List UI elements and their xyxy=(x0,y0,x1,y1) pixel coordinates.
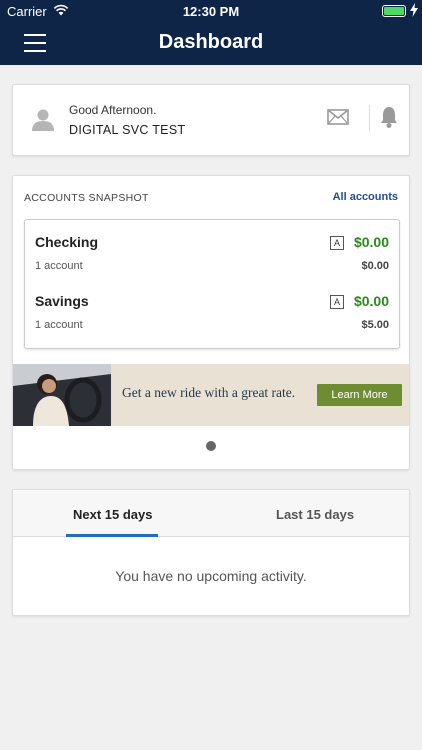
account-type-badge: A xyxy=(330,295,344,309)
accounts-snapshot-card: ACCOUNTS SNAPSHOT All accounts Checking … xyxy=(12,175,410,470)
account-type-badge: A xyxy=(330,236,344,250)
account-balance: $0.00 xyxy=(353,293,389,309)
bell-icon[interactable] xyxy=(379,105,399,129)
tab-last-15-days[interactable]: Last 15 days xyxy=(276,507,354,522)
top-bar: Carrier 12:30 PM Dashboard xyxy=(0,0,422,65)
greeting-card: Good Afternoon. DIGITAL SVC TEST xyxy=(12,84,410,156)
account-secondary-balance: $5.00 xyxy=(361,319,389,331)
avatar-icon[interactable] xyxy=(31,107,55,131)
all-accounts-link[interactable]: All accounts xyxy=(333,191,398,203)
activity-tabs: Next 15 days Last 15 days xyxy=(13,490,409,537)
status-bar: Carrier 12:30 PM xyxy=(0,0,422,22)
carousel-page-dot[interactable] xyxy=(206,441,216,451)
account-count: 1 account xyxy=(35,319,83,331)
snapshot-heading: ACCOUNTS SNAPSHOT xyxy=(24,192,149,204)
account-balance: $0.00 xyxy=(353,234,389,250)
header-divider xyxy=(369,105,370,131)
activity-card: Next 15 days Last 15 days You have no up… xyxy=(12,489,410,616)
clock: 12:30 PM xyxy=(182,4,240,19)
learn-more-button[interactable]: Learn More xyxy=(317,384,402,406)
mail-icon[interactable] xyxy=(327,109,349,125)
account-savings[interactable]: Savings 1 account A $0.00 $5.00 xyxy=(25,279,399,337)
promo-photo xyxy=(13,364,111,426)
promo-text: Get a new ride with a great rate. xyxy=(122,385,296,400)
tab-next-15-days[interactable]: Next 15 days xyxy=(73,507,153,522)
account-name: Savings xyxy=(35,293,89,309)
account-checking[interactable]: Checking 1 account A $0.00 $0.00 xyxy=(25,220,399,278)
user-name: DIGITAL SVC TEST xyxy=(69,123,186,137)
promo-banner[interactable]: Get a new ride with a great rate. Learn … xyxy=(13,364,409,426)
account-name: Checking xyxy=(35,234,99,250)
accounts-list: Checking 1 account A $0.00 $0.00 Savings… xyxy=(24,219,400,349)
empty-activity-message: You have no upcoming activity. xyxy=(115,568,307,584)
account-secondary-balance: $0.00 xyxy=(361,260,389,272)
account-count: 1 account xyxy=(35,260,83,272)
active-tab-indicator xyxy=(66,534,158,537)
charging-icon xyxy=(410,3,418,17)
greeting-salutation: Good Afternoon. xyxy=(69,103,157,117)
battery-icon xyxy=(382,5,406,17)
page-title: Dashboard xyxy=(158,31,264,53)
